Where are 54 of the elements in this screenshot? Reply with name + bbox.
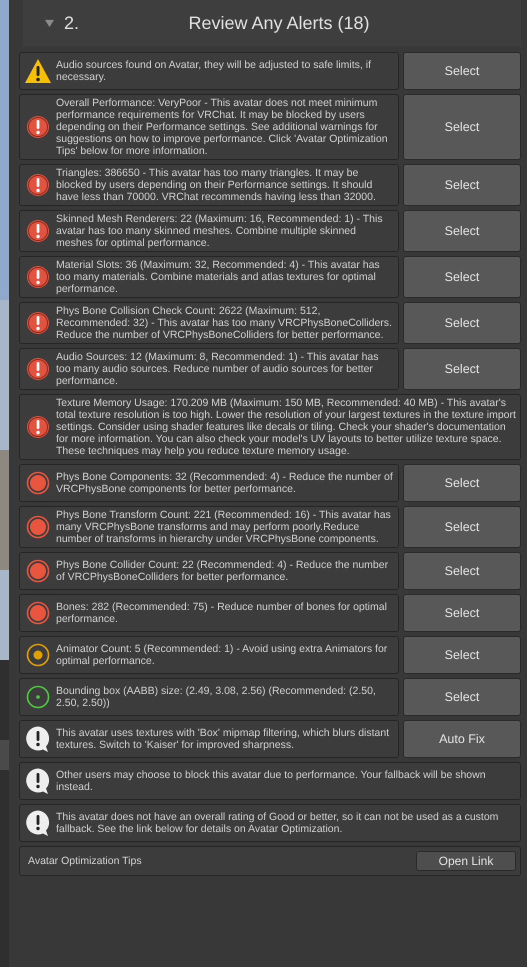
action-button[interactable]: Select [403, 210, 521, 252]
rating-icon [24, 469, 52, 497]
alert-text: Audio Sources: 12 (Maximum: 8, Recommended: 1) - This avatar has too many audio sources. Reduce number of audio sources for better performance. [56, 351, 380, 387]
alert-text: This avatar does not have an overall rating of Good or better, so it can not be used as a custom fallback. See the link below for details on Avatar Optimization. [56, 811, 500, 835]
rating-icon [24, 513, 52, 541]
action-button[interactable]: Select [403, 552, 521, 590]
error-icon [24, 113, 52, 141]
warning-icon [24, 57, 52, 85]
alert-text: Triangles: 386650 - This avatar has too many triangles. It may be blocked by users depending on their Performance settings. It should have less than 70000. VRChat recommends having less than 32000. [56, 167, 377, 203]
error-icon [24, 309, 52, 337]
action-button[interactable]: Select [403, 464, 521, 502]
open-link-button[interactable]: Open Link [416, 851, 516, 871]
section-header[interactable]: 2. Review Any Alerts (18) [23, 0, 521, 46]
action-button[interactable]: Select [403, 594, 521, 632]
alert-text: Phys Bone Components: 32 (Recommended: 4) - Reduce the number of VRCPhysBone components for better performance. [56, 471, 394, 495]
footer-label: Avatar Optimization Tips [28, 855, 142, 867]
action-button[interactable]: Select [403, 678, 521, 716]
alert-text: Overall Performance: VeryPoor - This avatar does not meet minimum performance requirements for VRChat. It may be blocked by users depending on their Performance settings. See additional warnings for suggestions on how to improve performance. Click 'Avatar Optimization Tips' below for more information. [56, 97, 389, 157]
alert-text: Bones: 282 (Recommended: 75) - Reduce number of bones for optimal performance. [56, 601, 388, 625]
error-icon [24, 263, 52, 291]
error-icon [24, 171, 52, 199]
rating-icon [24, 557, 52, 585]
action-button[interactable]: Select [403, 256, 521, 298]
alert-text: Phys Bone Collider Count: 22 (Recommended: 4) - Reduce the number of VRCPhysBoneColliders for better performance. [56, 559, 390, 583]
alert-text: Phys Bone Collision Check Count: 2622 (Maximum: 512, Recommended: 32) - This avatar has too many VRCPhysBoneColliders. Reduce the number of VRCPhysBoneColliders for better performance. [56, 305, 393, 341]
action-button[interactable]: Auto Fix [403, 720, 521, 758]
alert-text: Audio sources found on Avatar, they will be adjusted to safe limits, if necessary. [56, 59, 372, 83]
section-number: 2. [64, 12, 80, 34]
error-icon [24, 217, 52, 245]
action-button[interactable]: Select [403, 164, 521, 206]
alert-text: Bounding box (AABB) size: (2.49, 3.08, 2.56) (Recommended: (2.50, 2.50, 2.50)) [56, 685, 377, 709]
action-button[interactable]: Select [403, 506, 521, 548]
collapse-arrow-icon[interactable] [45, 18, 54, 28]
rating-icon [24, 683, 52, 711]
info-icon [24, 725, 52, 753]
section-title: Review Any Alerts (18) [187, 12, 371, 34]
alert-text: Other users may choose to block this avatar due to performance. Your fallback will be shown instead. [56, 769, 487, 793]
action-button[interactable]: Select [403, 94, 521, 160]
alert-text: Phys Bone Transform Count: 221 (Recommended: 16) - This avatar has many VRCPhysBone transforms and may perform poorly.Reduce number of transforms in hierarchy under VRCPhysBone components. [56, 509, 392, 545]
action-button[interactable]: Select [403, 52, 521, 90]
error-icon [24, 413, 52, 441]
error-icon [24, 355, 52, 383]
alert-text: Skinned Mesh Renderers: 22 (Maximum: 16, Recommended: 1) - This avatar has too many skinned meshes. Combine multiple skinned meshes for optimal performance. [56, 213, 384, 249]
rating-icon [24, 599, 52, 627]
info-icon [24, 767, 52, 795]
alert-text: Texture Memory Usage: 170.209 MB (Maximum: 150 MB, Recommended: 40 MB) - This avatar's total texture resolution is too high. Lower the resolution of your largest textures in the texture import settings. Consider using shader features like decals or tiling. Check your shader's documentation for more information. You can also check your model's UV layouts to better utilize texture space. These techniques may help you reduce texture memory usage. [56, 397, 516, 457]
rating-icon [24, 641, 52, 669]
action-button[interactable]: Select [403, 302, 521, 344]
info-icon [24, 809, 52, 837]
action-button[interactable]: Select [403, 636, 521, 674]
action-button[interactable]: Select [403, 348, 521, 390]
alert-text: This avatar uses textures with 'Box' mipmap filtering, which blurs distant textures. Switch to 'Kaiser' for improved sharpness. [56, 727, 390, 751]
alert-text: Material Slots: 36 (Maximum: 32, Recommended: 4) - This avatar has too many materials. Combine materials and atlas textures for optimal performance. [56, 259, 381, 295]
alert-text: Animator Count: 5 (Recommended: 1) - Avoid using extra Animators for optimal performance. [56, 643, 388, 667]
